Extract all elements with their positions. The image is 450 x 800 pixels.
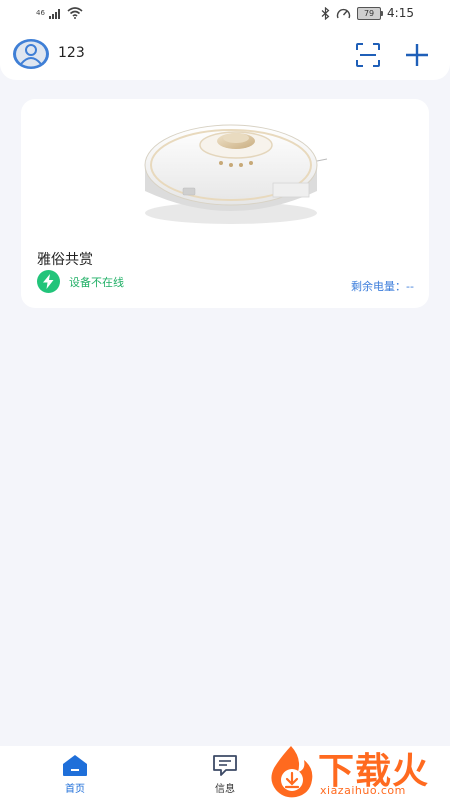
battery-remaining: 剩余电量：--	[351, 280, 414, 293]
watermark-subtitle: xiazaihuo.com	[320, 784, 406, 797]
tab-info[interactable]: 信息	[195, 754, 255, 795]
plus-icon[interactable]	[403, 41, 431, 69]
lightning-icon	[37, 270, 60, 293]
wifi-icon	[67, 7, 83, 19]
device-name: 雅俗共赏	[37, 252, 93, 268]
flame-logo-icon	[271, 746, 313, 798]
tab-info-label: 信息	[215, 784, 235, 795]
device-card[interactable]: 雅俗共赏 设备不在线 剩余电量：--	[21, 99, 429, 308]
app-header: 123	[0, 30, 450, 80]
tab-home[interactable]: 首页	[45, 754, 105, 795]
bluetooth-icon	[321, 6, 330, 20]
speed-icon	[336, 8, 351, 18]
battery-indicator: 79	[357, 6, 384, 20]
battery-level: 79	[363, 8, 375, 18]
device-status-text: 设备不在线	[69, 275, 124, 289]
avatar-icon[interactable]	[13, 39, 49, 69]
status-right: 79 4:15	[321, 6, 414, 20]
signal-prefix: 46	[36, 9, 45, 17]
status-bar: 46 79 4:15	[0, 0, 450, 30]
tab-home-label: 首页	[65, 784, 85, 795]
device-status-row: 设备不在线	[37, 270, 124, 293]
status-left: 46	[36, 7, 83, 19]
watermark-logo: 下载火 xiazaihuo.com	[262, 742, 450, 800]
scan-icon[interactable]	[355, 42, 381, 68]
home-icon	[63, 755, 87, 776]
robot-vacuum-image	[144, 124, 328, 224]
status-time: 4:15	[387, 6, 414, 20]
username[interactable]: 123	[58, 45, 85, 61]
signal-icon	[48, 8, 60, 19]
message-icon	[213, 755, 237, 776]
